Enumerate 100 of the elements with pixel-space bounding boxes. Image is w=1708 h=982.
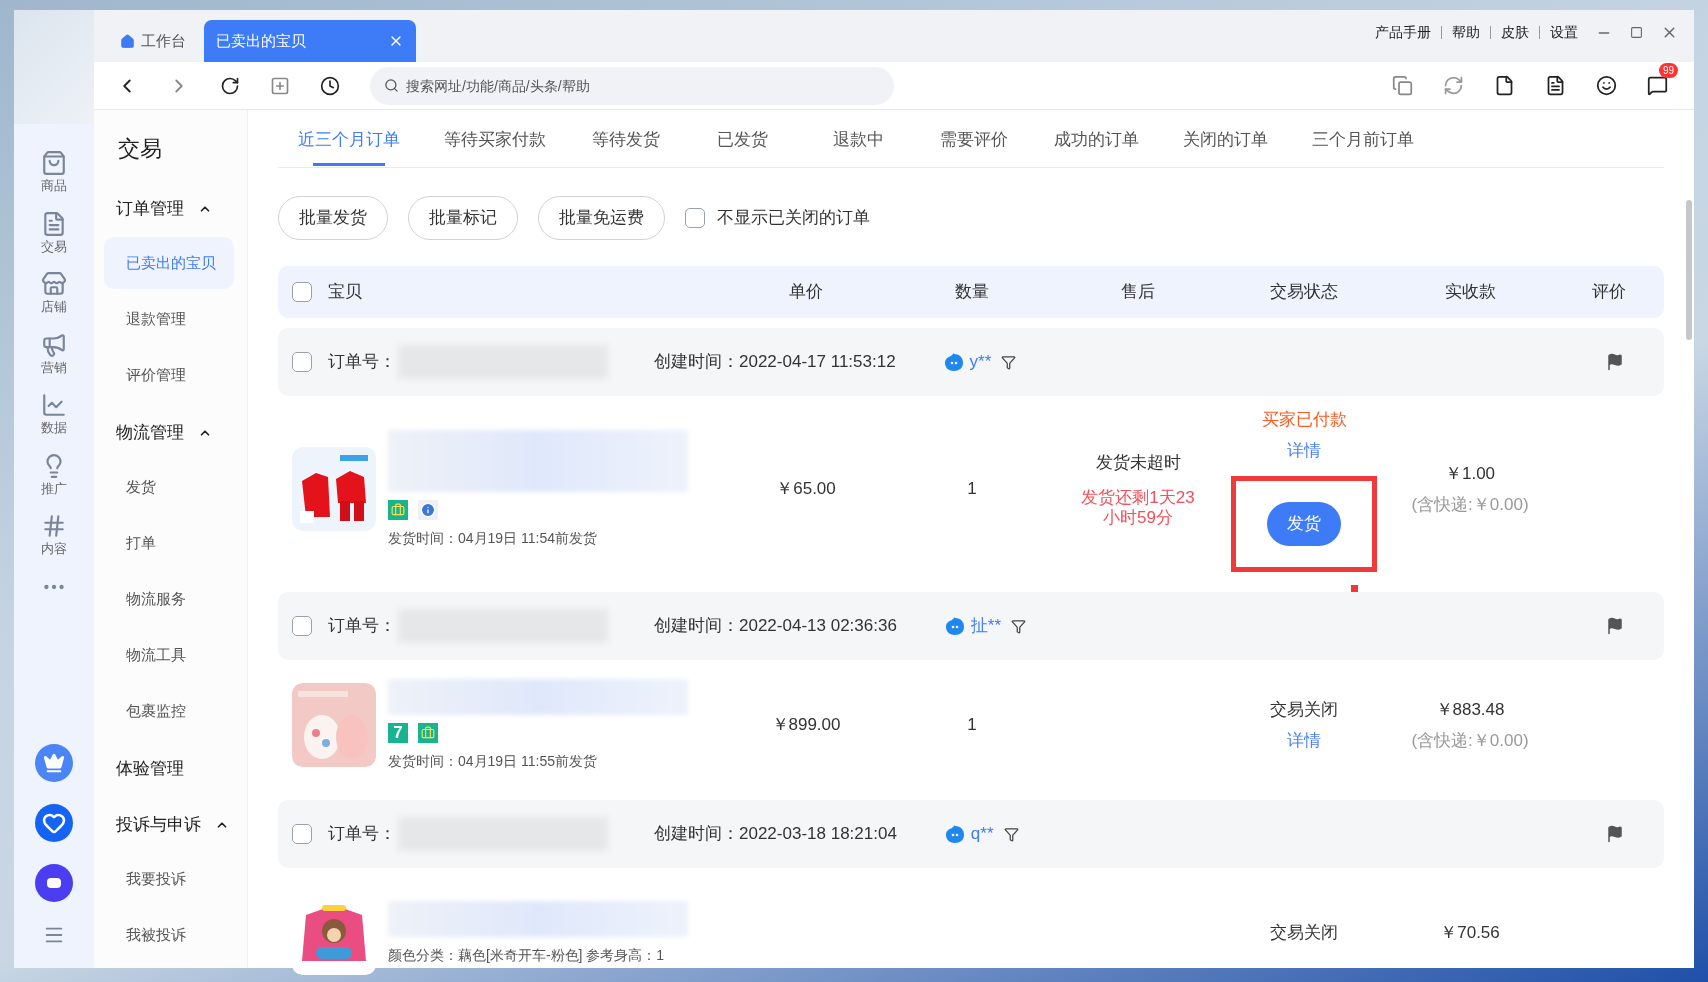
quantity: 1 [966, 714, 978, 737]
refresh-icon[interactable] [220, 75, 240, 96]
flag-icon[interactable] [1606, 825, 1624, 843]
window-tab[interactable]: 工作台 [108, 20, 204, 62]
flag-icon[interactable] [1606, 617, 1624, 635]
quantity: 1 [966, 478, 978, 501]
unit-price: ￥899.00 [770, 714, 842, 737]
file-icon[interactable] [1494, 75, 1515, 96]
header-link[interactable]: 产品手册 [1375, 22, 1431, 43]
nav-item[interactable]: 已卖出的宝贝 [104, 237, 234, 289]
detail-link[interactable]: 详情 [1287, 438, 1321, 464]
order-number-label: 订单号： [328, 615, 396, 638]
nav-item[interactable]: 物流工具 [104, 629, 234, 681]
store-icon [41, 271, 67, 297]
order-tab[interactable]: 关闭的订单 [1183, 117, 1268, 167]
rail-item[interactable]: 推广 [41, 452, 67, 498]
order-tab[interactable]: 三个月前订单 [1312, 117, 1414, 167]
flag-icon[interactable] [1606, 353, 1624, 371]
filter-icon[interactable] [1001, 354, 1017, 370]
nav-item[interactable]: 打单 [104, 517, 234, 569]
maximize-icon[interactable] [1630, 26, 1643, 39]
nav-item[interactable]: 评价管理 [104, 349, 234, 401]
checkbox[interactable] [292, 352, 312, 372]
received-amount: ￥883.48 [1435, 698, 1505, 721]
history-icon[interactable] [320, 75, 340, 96]
chart-icon [41, 392, 67, 418]
shipping-fee: (含快递:￥0.00) [1411, 494, 1529, 516]
nav-item[interactable]: 发货 [104, 461, 234, 513]
rail-item[interactable]: 交易 [41, 210, 67, 256]
checkbox[interactable] [292, 824, 312, 844]
item-detail: 发货时间：04月19日 11:54前发货 [388, 528, 599, 548]
tag-badge: 7 [388, 722, 408, 743]
header-link[interactable]: 帮助 [1452, 22, 1480, 43]
header-link[interactable]: 皮肤 [1501, 22, 1529, 43]
order-tab[interactable]: 等待发货 [590, 117, 662, 167]
order-tab[interactable]: 成功的订单 [1054, 117, 1139, 167]
search-icon [384, 77, 399, 93]
ship-button[interactable]: 发货 [1267, 501, 1341, 546]
rail-item[interactable]: 商品 [41, 150, 67, 196]
nav-item[interactable]: 我要投诉 [104, 853, 234, 905]
ship-countdown: 发货还剩1天23 小时59分 [1081, 487, 1195, 528]
sync-icon[interactable] [1443, 75, 1464, 96]
column-header: 宝贝 [328, 281, 362, 304]
created-time: 创建时间：2022-04-17 11:53:12 [654, 351, 896, 374]
column-header: 评价 [1590, 281, 1627, 304]
order-tab[interactable]: 退款中 [822, 117, 894, 167]
buyer-chat-icon[interactable] [943, 352, 964, 372]
rail-item[interactable]: 数据 [41, 392, 67, 438]
bag-icon [41, 150, 67, 176]
item-detail: 发货时间：04月19日 11:55前发货 [388, 751, 599, 771]
hash-icon [41, 513, 67, 539]
order-tab[interactable]: 等待买家付款 [444, 117, 546, 167]
buyer-chat-icon[interactable] [944, 616, 965, 636]
column-header: 数量 [954, 281, 990, 304]
copy-icon[interactable] [1392, 75, 1413, 96]
heart-app-icon[interactable] [35, 804, 73, 842]
nav-group[interactable]: 体验管理 [104, 741, 247, 797]
nav-item[interactable]: 退款管理 [104, 293, 234, 345]
column-header: 售后 [1120, 281, 1156, 304]
nav-group[interactable]: 投诉与申诉 [104, 797, 247, 853]
received-amount: ￥1.00 [1444, 462, 1496, 485]
order-tab[interactable]: 已发货 [706, 117, 778, 167]
trade-status: 交易关闭 [1270, 922, 1338, 945]
nav-item[interactable]: 包裹监控 [104, 685, 234, 737]
received-amount: ￥70.56 [1440, 922, 1500, 945]
nav-item[interactable]: 物流服务 [104, 573, 234, 625]
crown-app-icon[interactable] [35, 744, 73, 782]
rail-item[interactable]: 店铺 [41, 271, 67, 317]
megaphone-icon [41, 331, 67, 358]
scrollbar[interactable] [1686, 200, 1692, 340]
checkbox[interactable] [292, 282, 312, 302]
new-page-icon[interactable] [270, 75, 290, 96]
checkbox-label: 不显示已关闭的订单 [717, 207, 870, 230]
rail-item[interactable]: 营销 [41, 331, 67, 377]
header-link[interactable]: 设置 [1550, 22, 1578, 43]
nav-item[interactable]: 我被投诉 [104, 909, 234, 961]
order-tab[interactable]: 近三个月订单 [298, 117, 400, 167]
detail-link[interactable]: 详情 [1287, 728, 1321, 754]
search-field[interactable]: 搜索网址/功能/商品/头条/帮助 [370, 66, 894, 105]
buyer-name[interactable]: 扯** [970, 613, 1002, 639]
item-detail: 颜色分类：藕色[米奇开车-粉色] 参考身高：1 [388, 945, 666, 965]
smile-icon[interactable] [1596, 75, 1617, 96]
unit-price: ￥65.00 [775, 478, 837, 501]
buyer-name[interactable]: q** [970, 821, 994, 847]
nav-group[interactable]: 订单管理 [104, 181, 247, 237]
checkbox[interactable] [685, 208, 705, 228]
order-tab[interactable]: 需要评价 [938, 117, 1010, 167]
app-logo-icon[interactable] [35, 864, 73, 902]
checkbox[interactable] [292, 616, 312, 636]
filter-icon[interactable] [1003, 826, 1019, 842]
created-time: 创建时间：2022-03-18 18:21:04 [654, 823, 897, 846]
after-sale-status: 发货未超时 [1095, 452, 1181, 475]
rail-item[interactable]: 内容 [41, 513, 67, 559]
message-icon[interactable] [1647, 75, 1668, 96]
notes-icon[interactable] [1545, 75, 1566, 96]
buyer-chat-icon[interactable] [944, 824, 965, 844]
window-tab[interactable]: 已卖出的宝贝 [204, 20, 416, 62]
filter-icon[interactable] [1011, 618, 1027, 634]
nav-group[interactable]: 物流管理 [104, 405, 247, 461]
buyer-name[interactable]: y** [969, 349, 992, 375]
